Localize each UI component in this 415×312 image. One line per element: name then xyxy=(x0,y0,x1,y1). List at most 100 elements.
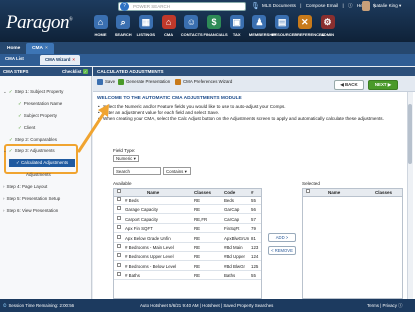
subtab-cma-wizard[interactable]: CMA Wizard × xyxy=(40,55,80,65)
row-checkbox[interactable] xyxy=(117,253,121,258)
close-icon[interactable]: × xyxy=(45,46,48,51)
nav-membership[interactable]: ♟ MEMBERSHIP xyxy=(249,14,276,41)
select-all-checkbox[interactable] xyxy=(117,189,121,193)
row-checkbox[interactable] xyxy=(117,262,121,267)
nav-home[interactable]: ⌂ HOME xyxy=(90,14,111,41)
nav-tax[interactable]: ▣ TAX xyxy=(226,14,247,41)
save-button[interactable]: Save xyxy=(97,79,115,85)
step-6-view-presentation[interactable]: › Step 6: View Presentation xyxy=(3,208,58,213)
cma-preferences-wizard-button[interactable]: CMA Preferences Wizard xyxy=(175,79,232,85)
table-cell: RE xyxy=(194,254,201,260)
nav-preferences[interactable]: ✕ PREFERENCES xyxy=(294,14,324,41)
table-row[interactable]: Apx Fin SQFT RE FinSqFt 79 xyxy=(114,225,261,234)
footer-links[interactable]: Auto Hotsheet 5/6/21 9:40 AM | Hotsheet … xyxy=(140,303,273,308)
row-checkbox[interactable] xyxy=(117,244,121,248)
back-button[interactable]: ◀ BACK xyxy=(334,80,364,90)
close-icon[interactable]: × xyxy=(72,57,75,62)
mls-documents-link[interactable]: MLS Documents xyxy=(262,3,296,8)
subtab-cma-list[interactable]: CMA List xyxy=(5,56,24,61)
search-icon[interactable]: ? xyxy=(120,2,129,11)
select-all-checkbox[interactable] xyxy=(306,189,310,193)
chevron-down-icon: ⌄ xyxy=(3,89,7,94)
step-4-page-layout[interactable]: › Step 4: Page Layout xyxy=(3,184,47,189)
available-fields-table: Name Classes Code # # Beds RE Beds 55 Garage… xyxy=(113,188,262,299)
generate-presentation-button[interactable]: Generate Presentation xyxy=(118,79,170,85)
table-cell: FinSqFt xyxy=(224,226,240,232)
field-type-label: Field Type: xyxy=(113,148,136,153)
step-5-presentation-setup[interactable]: › Step 5: Presentation Setup xyxy=(3,196,60,201)
nav-label: RESOURCES xyxy=(271,32,297,37)
nav-resources[interactable]: ▤ RESOURCES xyxy=(272,14,297,41)
user-name-menu[interactable]: Natalie King ▾ xyxy=(373,3,401,9)
nav-admin[interactable]: ⚙ ADMIN xyxy=(317,14,338,41)
substep-subject-property[interactable]: ✓ Subject Property xyxy=(18,113,57,119)
row-checkbox[interactable] xyxy=(117,197,121,201)
row-checkbox[interactable] xyxy=(117,272,121,277)
wizard-icon xyxy=(175,79,181,85)
table-cell: # Bedrooms Upper Level xyxy=(125,254,174,260)
table-cell: RE xyxy=(194,235,201,241)
table-cell: Garage Capacity xyxy=(125,207,158,213)
substep-adjustments[interactable]: Adjustments xyxy=(26,172,51,177)
next-button[interactable]: NEXT ▶ xyxy=(368,80,398,90)
table-row[interactable]: Apx Below Grade Unfin RE ApxBlwGrUn 81 xyxy=(114,234,261,243)
table-cell: # Bedrooms - Main Level xyxy=(125,245,174,250)
table-cell: 124 xyxy=(251,254,259,260)
substep-calculated-adjustments[interactable]: ✓ Calculated Adjustments xyxy=(9,159,75,167)
nav-label: SEARCH xyxy=(114,32,132,37)
main-panel-title: CALCULATED ADJUSTMENTS xyxy=(93,67,415,76)
row-checkbox[interactable] xyxy=(117,234,121,239)
table-cell: GarCap xyxy=(224,207,240,213)
compose-email-link[interactable]: Compose Email xyxy=(306,3,338,8)
table-row[interactable]: Garage Capacity RE GarCap 56 xyxy=(114,206,261,215)
table-row[interactable]: # Bedrooms Upper Level RE #Bd Upper 124 xyxy=(114,253,261,262)
check-icon: ✓ xyxy=(16,160,20,165)
nav-financials[interactable]: $ FINANCIALS xyxy=(204,14,228,41)
tab-home[interactable]: Home xyxy=(2,44,25,54)
admin-icon: ⚙ xyxy=(320,15,335,29)
substep-presentation-name[interactable]: ✓ Presentation Name xyxy=(18,101,62,107)
search-input[interactable]: Search xyxy=(113,167,161,175)
avatar[interactable] xyxy=(362,1,370,11)
table-cell: Baths xyxy=(224,273,236,279)
nav-search[interactable]: ⌕ SEARCH xyxy=(113,14,134,41)
check-icon: ✓ xyxy=(18,125,22,130)
table-cell: Apx Fin SQFT xyxy=(125,226,153,232)
nav-listings[interactable]: ▦ LISTINGS xyxy=(135,14,156,41)
table-row[interactable]: # Beds RE Beds 55 xyxy=(114,197,261,205)
terms-privacy-links[interactable]: Terms | Privacy ⓘ xyxy=(367,303,403,309)
table-cell: #Bd Upper xyxy=(224,254,245,260)
substep-client[interactable]: ✓ Client xyxy=(18,125,35,131)
row-checkbox[interactable] xyxy=(117,215,121,220)
checklist-icon[interactable]: ✓ xyxy=(83,69,88,74)
table-row[interactable]: # Bedrooms - Main Level RE #Bd Main 123 xyxy=(114,244,261,252)
table-row[interactable]: # Baths RE Baths 55 xyxy=(114,272,261,281)
step-2-comparables[interactable]: ✓ Step 2: Comparables xyxy=(9,137,57,143)
help-icon[interactable]: ⓘ xyxy=(398,303,402,308)
preferences-icon: ✕ xyxy=(297,15,312,29)
table-cell: #Bd Main xyxy=(224,245,243,250)
remove-button[interactable]: < REMOVE xyxy=(268,246,296,255)
session-timer: ⏲ Session Time Remaining: 2:00:56 xyxy=(3,303,75,308)
field-type-select[interactable]: Numeric ▾ xyxy=(113,155,139,162)
nav-cma[interactable]: ⌂ CMA xyxy=(158,14,179,41)
power-search-input[interactable]: POWER SEARCH xyxy=(118,2,246,11)
scrollbar-thumb[interactable] xyxy=(408,104,412,164)
tab-cma[interactable]: CMA × xyxy=(26,43,54,54)
nav-contacts[interactable]: ☺ CONTACTS xyxy=(181,14,203,41)
contains-select[interactable]: Contains ▾ xyxy=(163,167,191,175)
step-1-subject-property[interactable]: ⌄ ✓ Step 1: Subject Property xyxy=(3,89,63,95)
microphone-icon[interactable]: 🎙 xyxy=(251,2,260,11)
step-3-adjustments[interactable]: ⌄ ✓ Step 3: Adjustments xyxy=(3,148,55,154)
check-icon: ✓ xyxy=(18,113,22,118)
table-row[interactable]: Carport Capacity RE,FR CarCap 57 xyxy=(114,215,261,224)
table-row[interactable]: # Bedrooms - Below Level RE #Bd BlwGr 125 xyxy=(114,262,261,271)
paragon-logo[interactable]: Paragon® xyxy=(6,12,73,34)
instruction-bullet: Select the Numeric and/or Feature fields… xyxy=(98,104,393,109)
row-checkbox[interactable] xyxy=(117,225,121,230)
row-checkbox[interactable] xyxy=(117,206,121,211)
add-button[interactable]: ADD > xyxy=(268,233,296,242)
table-cell: 123 xyxy=(251,245,259,250)
resources-icon: ▤ xyxy=(275,15,290,29)
nav-label: CMA xyxy=(164,32,174,37)
